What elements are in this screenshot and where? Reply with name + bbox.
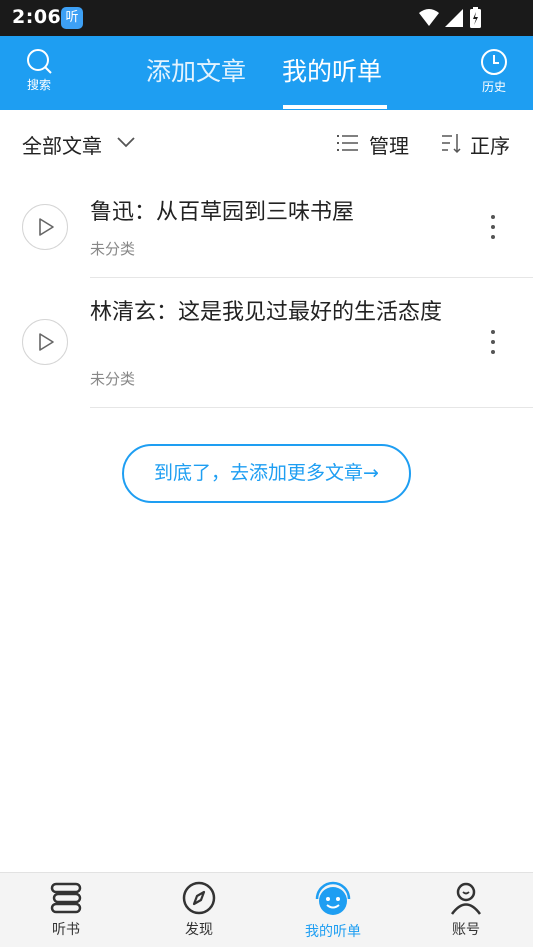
user-icon xyxy=(450,882,482,915)
nav-item-my-list[interactable]: 我的听单 xyxy=(293,881,373,941)
more-options-button[interactable] xyxy=(482,212,504,242)
tab-add-article[interactable]: 添加文章 xyxy=(146,54,246,90)
nav-label: 账号 xyxy=(452,922,480,938)
divider xyxy=(90,407,533,408)
compass-icon xyxy=(182,881,216,915)
list-icon xyxy=(337,135,358,151)
bottom-navigation: 听书 发现 我的听单 账号 xyxy=(0,872,533,947)
sort-order-label: 正序 xyxy=(470,134,510,158)
nav-item-account[interactable]: 账号 xyxy=(426,881,506,939)
play-button[interactable] xyxy=(22,319,68,365)
smile-face-icon xyxy=(315,881,351,915)
manage-label: 管理 xyxy=(369,134,409,158)
play-button[interactable] xyxy=(22,204,68,250)
signal-icon xyxy=(445,9,463,27)
search-label: 搜索 xyxy=(26,78,51,92)
add-more-articles-button[interactable]: 到底了，去添加更多文章→ xyxy=(122,444,411,503)
article-title: 林清玄：这是我见过最好的生活态度 xyxy=(90,300,443,325)
active-tab-indicator xyxy=(283,105,387,109)
bookshelf-icon xyxy=(50,882,82,914)
system-status-icons xyxy=(419,7,481,28)
wifi-icon xyxy=(419,9,439,26)
play-icon xyxy=(39,333,54,351)
nav-label: 发现 xyxy=(185,922,213,938)
sort-icon xyxy=(442,134,461,154)
list-item[interactable]: 林清玄：这是我见过最好的生活态度 未分类 xyxy=(0,278,533,408)
all-articles-label: 全部文章 xyxy=(22,134,102,158)
app-notification-icon: 听 xyxy=(61,7,83,29)
nav-item-tingshu[interactable]: 听书 xyxy=(26,881,106,939)
status-bar: 2:06 听 xyxy=(0,0,533,36)
clock-icon xyxy=(481,49,507,75)
more-options-button[interactable] xyxy=(482,327,504,357)
play-icon xyxy=(39,218,54,236)
chevron-down-icon xyxy=(117,137,135,148)
search-button[interactable]: 搜索 xyxy=(14,48,64,104)
history-button[interactable]: 历史 xyxy=(469,48,519,104)
filter-row: 全部文章 管理 正序 xyxy=(0,110,533,178)
search-icon xyxy=(27,49,52,74)
nav-label: 听书 xyxy=(52,922,80,938)
tab-my-list[interactable]: 我的听单 xyxy=(282,54,382,90)
all-articles-dropdown[interactable]: 全部文章 xyxy=(22,130,135,159)
nav-item-faxian[interactable]: 发现 xyxy=(159,881,239,939)
app-header: 搜索 添加文章 我的听单 历史 xyxy=(0,36,533,110)
list-item[interactable]: 鲁迅：从百草园到三味书屋 未分类 xyxy=(0,178,533,278)
article-category: 未分类 xyxy=(90,370,136,388)
nav-label: 我的听单 xyxy=(305,924,361,940)
article-category: 未分类 xyxy=(90,240,136,258)
article-title: 鲁迅：从百草园到三味书屋 xyxy=(90,200,355,225)
history-label: 历史 xyxy=(481,80,506,94)
status-time: 2:06 xyxy=(12,6,62,28)
